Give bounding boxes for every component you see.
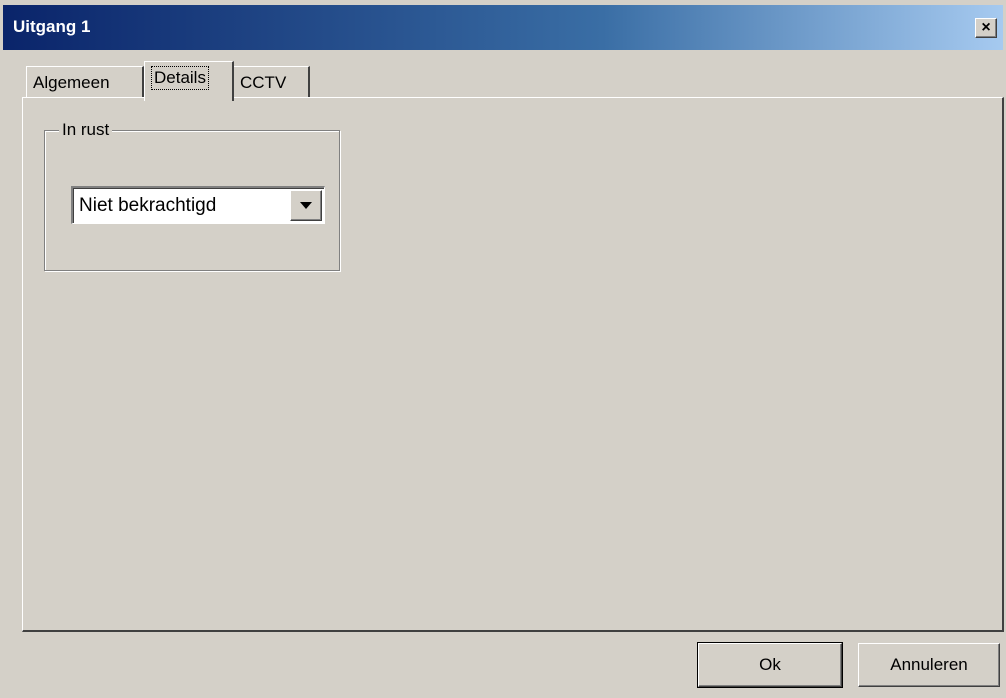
tab-details[interactable]: Details — [144, 61, 234, 101]
tab-algemeen[interactable]: Algemeen — [26, 66, 144, 99]
tab-label: Algemeen — [33, 73, 110, 92]
window-title: Uitgang 1 — [13, 17, 91, 36]
close-button[interactable]: × — [975, 18, 997, 38]
in-rust-groupbox: In rust Niet bekrachtigd — [44, 120, 340, 271]
chevron-down-icon[interactable] — [290, 190, 322, 221]
ok-button[interactable]: Ok — [697, 642, 843, 688]
in-rust-select[interactable]: Niet bekrachtigd — [71, 186, 325, 224]
tab-cctv[interactable]: CCTV — [234, 66, 310, 99]
title-bar[interactable]: Uitgang 1 × — [3, 5, 1003, 50]
tab-label: Details — [151, 66, 209, 90]
select-value: Niet bekrachtigd — [79, 195, 217, 216]
tab-panel-details: In rust Niet bekrachtigd — [22, 97, 1004, 632]
dialog-window: Uitgang 1 × Algemeen Details CCTV In rus… — [0, 0, 1006, 698]
close-icon: × — [981, 19, 991, 36]
cancel-button[interactable]: Annuleren — [858, 643, 1000, 687]
tab-label: CCTV — [240, 73, 287, 92]
groupbox-label: In rust — [59, 120, 113, 140]
